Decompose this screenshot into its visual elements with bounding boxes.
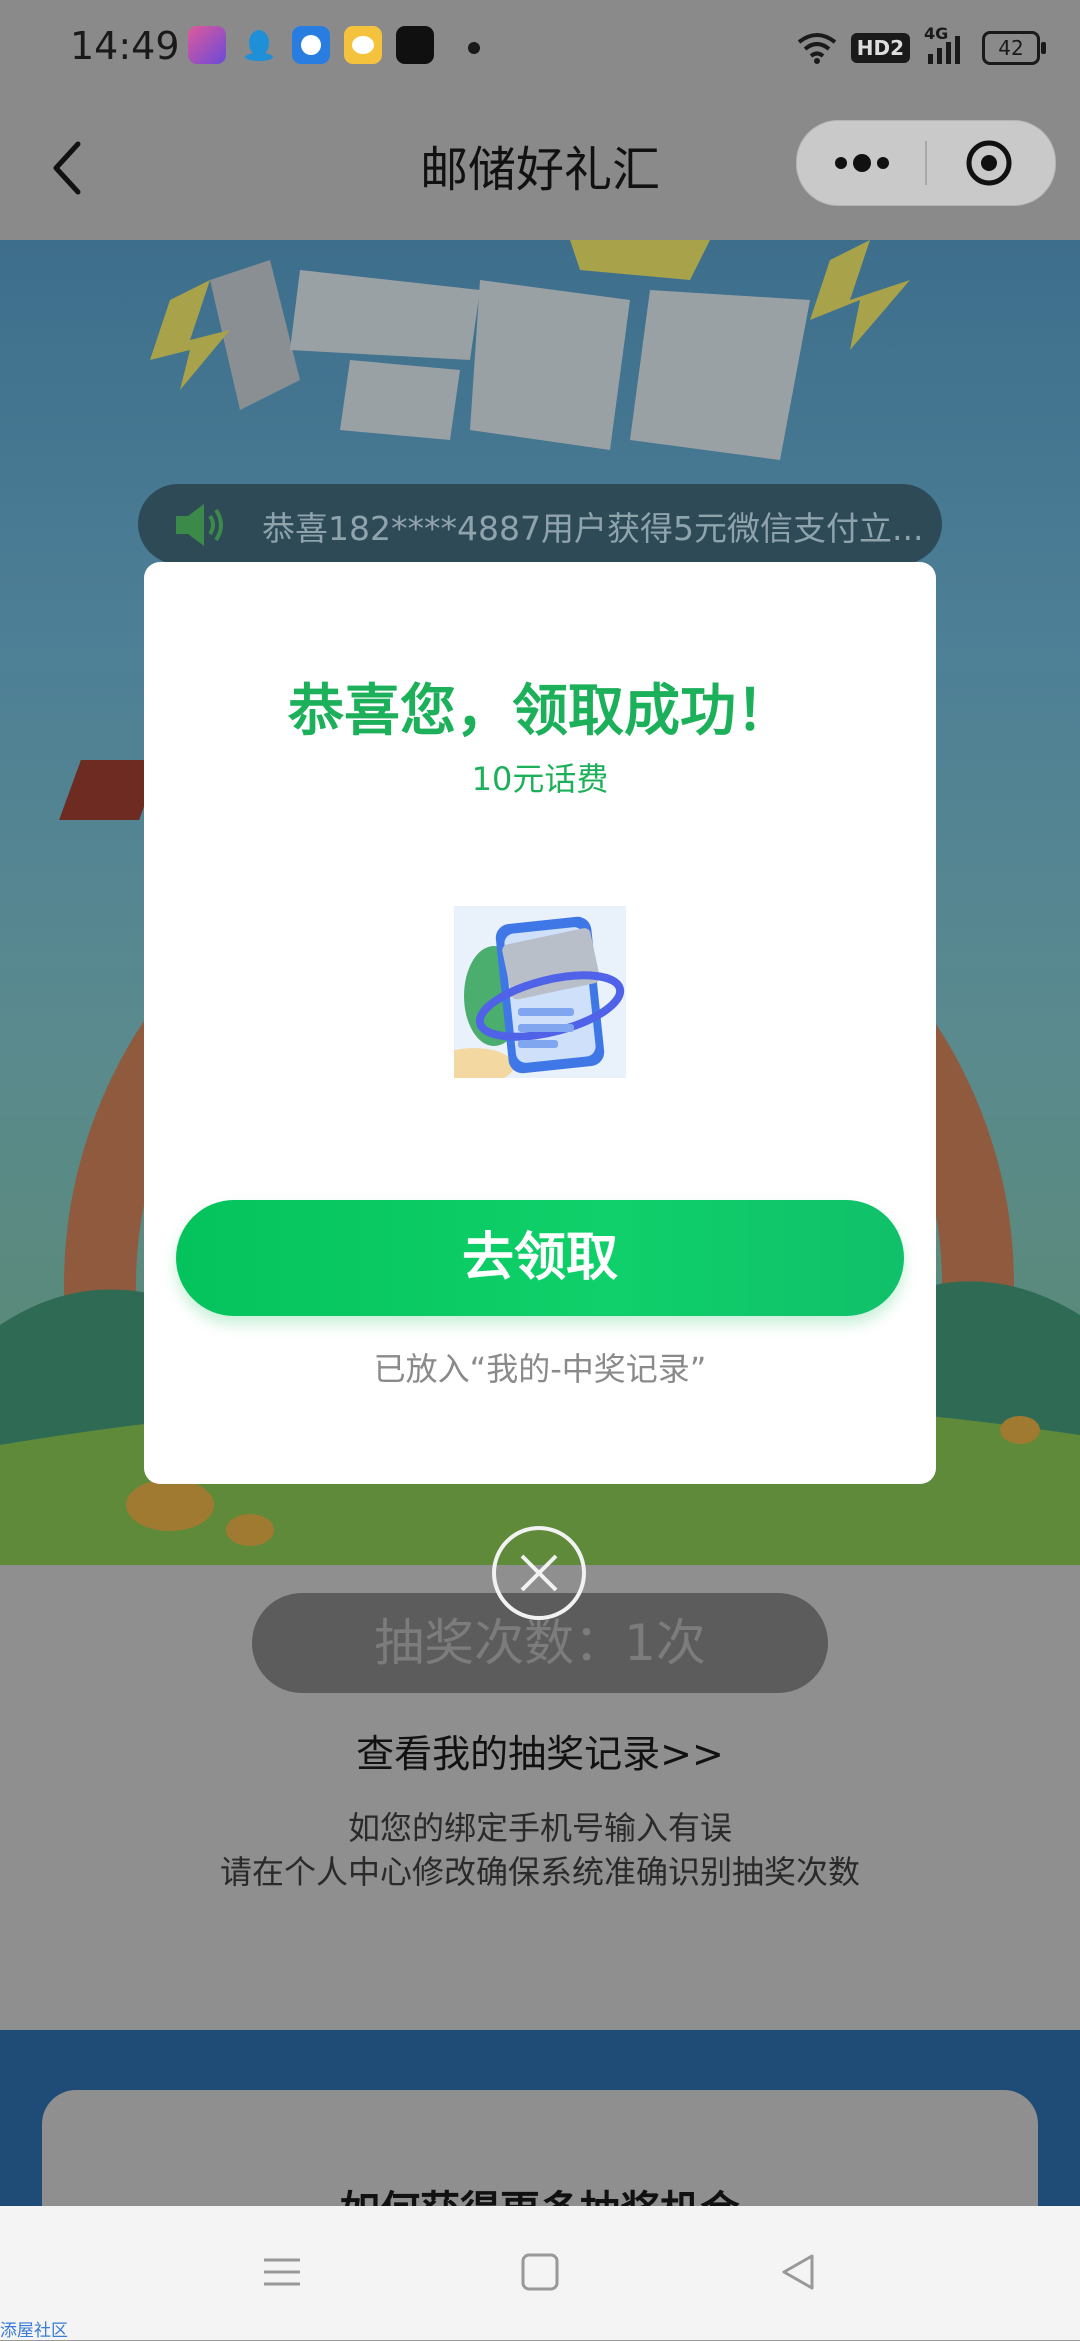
bear-app-icon <box>344 26 382 64</box>
black-app-icon <box>396 26 434 64</box>
winner-ticker: 恭喜182****4887用户获得5元微信支付立... <box>138 484 942 564</box>
browser-icon <box>292 26 330 64</box>
records-note: 已放入“我的-中奖记录” <box>373 1350 707 1388</box>
signal-icon: 4G <box>924 24 968 68</box>
wifi-icon <box>797 33 836 64</box>
hd-badge: HD2 <box>850 33 910 63</box>
hint-line-1: 如您的绑定手机号输入有误 <box>347 1809 732 1847</box>
more-options-icon[interactable] <box>827 147 897 179</box>
banner-title-art <box>150 240 910 460</box>
recent-apps-icon[interactable] <box>262 2252 302 2292</box>
watermark: 添屋社区 <box>0 2321 68 2341</box>
app-notification-icon <box>188 26 226 64</box>
battery-indicator: 42 <box>982 31 1046 65</box>
speaker-icon <box>176 504 223 546</box>
modal-title: 恭喜您，领取成功！ <box>288 679 792 744</box>
system-nav-bar <box>0 2206 1080 2340</box>
close-icon <box>520 1554 558 1592</box>
more-notifications-dot <box>468 42 480 54</box>
claim-button[interactable]: 去领取 <box>176 1200 904 1316</box>
back-nav-icon[interactable] <box>778 2252 818 2292</box>
hint-line-2: 请在个人中心修改确保系统准确识别抽奖次数 <box>219 1853 860 1891</box>
close-mini-program-icon[interactable] <box>965 139 1013 187</box>
modal-close-button[interactable] <box>492 1526 586 1620</box>
prize-name: 10元话费 <box>471 760 609 798</box>
home-icon[interactable] <box>520 2252 560 2292</box>
mini-program-nav-bar: 邮储好礼汇 <box>0 96 1080 240</box>
capsule-divider <box>925 141 927 185</box>
mini-program-capsule <box>796 120 1056 206</box>
prize-phone-card-image <box>454 906 626 1078</box>
ticker-text: 恭喜182****4887用户获得5元微信支付立... <box>262 509 924 548</box>
status-time: 14:49 <box>70 24 180 68</box>
qq-icon <box>245 30 273 61</box>
status-bar: 14:49 HD2 4G 42 <box>0 0 1080 96</box>
claim-success-modal: 恭喜您，领取成功！ 10元话费 去领取 已放入“我的-中奖记录” <box>144 562 936 1484</box>
lottery-info-section: 抽奖次数：1次 查看我的抽奖记录>> 如您的绑定手机号输入有误 请在个人中心修改… <box>0 1565 1080 2030</box>
view-records-link[interactable]: 查看我的抽奖记录>> <box>0 1723 1080 1778</box>
